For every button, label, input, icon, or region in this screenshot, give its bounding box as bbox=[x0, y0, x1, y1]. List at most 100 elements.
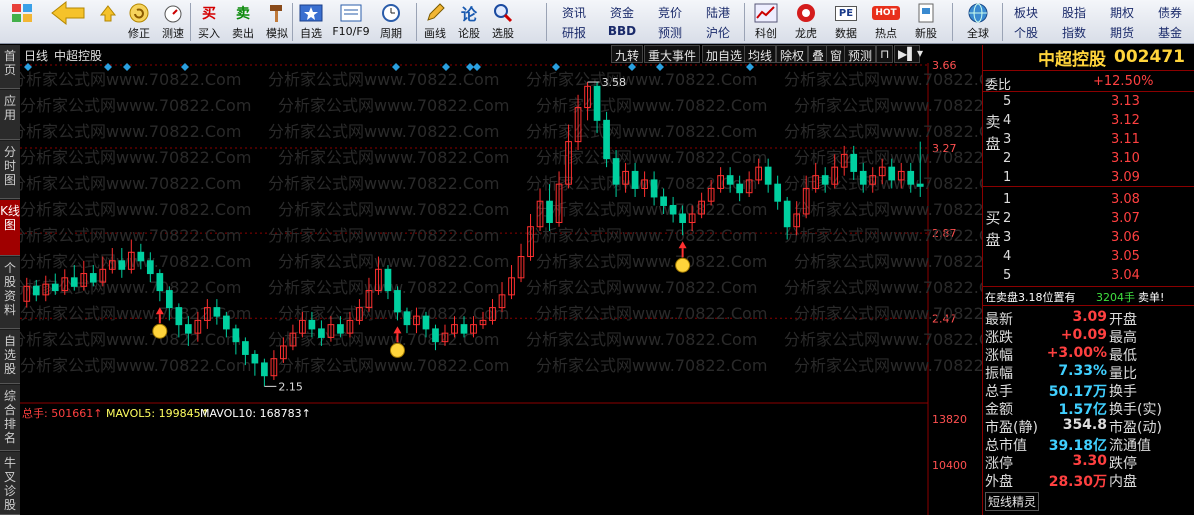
candle-body bbox=[118, 260, 126, 270]
speedtest-button[interactable]: 测速 bbox=[156, 2, 190, 42]
watermark: 分析家公式网www.70822.Com bbox=[526, 70, 757, 89]
watermark: 分析家公式网www.70822.Com bbox=[784, 278, 982, 297]
select-button[interactable]: 选股 bbox=[486, 2, 520, 42]
bbd-button[interactable]: BBD bbox=[600, 24, 644, 38]
short-term-wizard[interactable]: 短线精灵 bbox=[983, 491, 1194, 511]
watermark: 分析家公式网www.70822.Com bbox=[20, 252, 251, 271]
tab-home[interactable]: 首页 bbox=[0, 45, 20, 89]
lugang-button[interactable]: 陆港 bbox=[696, 4, 740, 21]
forecast-button[interactable]: 预测 bbox=[648, 24, 692, 41]
buy-level-row[interactable]: 1 3.08 bbox=[983, 191, 1194, 208]
buy-level-row[interactable]: 3 3.06 bbox=[983, 229, 1194, 246]
lock-icon[interactable]: ⊓ bbox=[876, 45, 894, 63]
window-button[interactable]: 窗 bbox=[826, 45, 847, 63]
watchlist-button[interactable]: 自选 bbox=[294, 2, 328, 42]
sell-level-row[interactable]: 1 3.09 bbox=[983, 169, 1194, 186]
chevron-down-icon[interactable]: ▾ bbox=[914, 45, 926, 63]
tab-kline[interactable]: K线图 bbox=[0, 200, 20, 256]
stat-row: 最新 3.09 开盘 bbox=[983, 308, 1194, 328]
single-stock-button[interactable]: 个股 bbox=[1004, 24, 1048, 41]
data-button[interactable]: PE 数据 bbox=[826, 2, 866, 42]
newstock-label: 新股 bbox=[915, 27, 937, 40]
add-watchlist-button[interactable]: 加自选 bbox=[702, 45, 747, 63]
candle-body bbox=[308, 319, 316, 330]
watermark: 分析家公式网www.70822.Com bbox=[794, 304, 982, 323]
bond-button[interactable]: 债券 bbox=[1148, 4, 1192, 21]
sell-level: 3 bbox=[1003, 132, 1012, 147]
stat-row: 涨跌 +0.09 最高 bbox=[983, 326, 1194, 346]
comment-button[interactable]: 论 论股 bbox=[452, 2, 486, 42]
notice-suffix: 卖单! bbox=[1138, 291, 1165, 304]
fund2-button[interactable]: 基金 bbox=[1148, 24, 1192, 41]
document-icon bbox=[340, 4, 362, 22]
auction-button[interactable]: 竞价 bbox=[648, 4, 692, 21]
sell-level-row[interactable]: 2 3.10 bbox=[983, 150, 1194, 167]
stat-label-2: 内盘 bbox=[1109, 474, 1137, 490]
sell-level-row[interactable]: 4 3.12 bbox=[983, 112, 1194, 129]
watermark: 分析家公式网www.70822.Com bbox=[536, 356, 767, 375]
news-button[interactable]: 资讯 bbox=[552, 4, 596, 21]
candle-body bbox=[650, 179, 658, 198]
watermark: 分析家公式网www.70822.Com bbox=[794, 200, 982, 219]
research-button[interactable]: 研报 bbox=[552, 24, 596, 41]
hugang-button[interactable]: 沪伦 bbox=[696, 24, 740, 41]
tab-apps[interactable]: 应用 bbox=[0, 90, 20, 140]
sell-level-row[interactable]: 5 3.13 bbox=[983, 93, 1194, 110]
buy-icon: 买 bbox=[202, 6, 216, 22]
candle-body bbox=[850, 153, 858, 172]
newstock-button[interactable]: 新股 bbox=[906, 2, 946, 42]
arrow-left-icon[interactable] bbox=[42, 1, 94, 42]
tab-timeshare[interactable]: 分时图 bbox=[0, 141, 20, 199]
f10-button[interactable]: F10/F9 bbox=[328, 2, 374, 42]
buy-button[interactable]: 买 买入 bbox=[192, 2, 226, 42]
global-button[interactable]: 全球 bbox=[956, 2, 1000, 42]
footer-label: 短线精灵 bbox=[985, 492, 1040, 511]
watermark: 分析家公式网www.70822.Com bbox=[278, 96, 509, 115]
candle-body bbox=[631, 170, 639, 189]
watermark: 分析家公式网www.70822.Com bbox=[20, 226, 241, 245]
kline-chart-area[interactable]: 3.66 3.27 2.87 2.47 分析家公式网www.70822.Com 分析家公式… bbox=[20, 45, 982, 515]
sell-level-row[interactable]: 3 3.11 bbox=[983, 131, 1194, 148]
stat-value: +0.09 bbox=[1060, 327, 1107, 343]
sell-button[interactable]: 卖 卖出 bbox=[226, 2, 260, 42]
buy-level-row[interactable]: 4 3.05 bbox=[983, 248, 1194, 265]
jiuzhuan-button[interactable]: 九转 bbox=[611, 45, 644, 63]
tab-watchlist[interactable]: 自选股 bbox=[0, 330, 20, 384]
ma-button[interactable]: 均线 bbox=[744, 45, 777, 63]
global-label: 全球 bbox=[967, 27, 989, 40]
buy-price: 3.08 bbox=[1111, 192, 1140, 207]
kechuang-button[interactable]: 科创 bbox=[746, 2, 786, 42]
sector-button[interactable]: 板块 bbox=[1004, 4, 1048, 21]
buy-level-row[interactable]: 5 3.04 bbox=[983, 267, 1194, 284]
draw-button[interactable]: 画线 bbox=[418, 2, 452, 42]
low-label: 2.15 bbox=[278, 380, 303, 393]
buy-level-row[interactable]: 2 3.07 bbox=[983, 210, 1194, 227]
overlay-button[interactable]: 叠 bbox=[808, 45, 829, 63]
watermark: 分析家公式网www.70822.Com bbox=[784, 122, 982, 141]
period-button[interactable]: 周期 bbox=[374, 2, 408, 42]
futures-button[interactable]: 期权 bbox=[1100, 4, 1144, 21]
index-button[interactable]: 指数 bbox=[1052, 24, 1096, 41]
exright-button[interactable]: 除权 bbox=[776, 45, 809, 63]
stock-index-button[interactable]: 股指 bbox=[1052, 4, 1096, 21]
chart-header: 日线 中超控股 九转 重大事件 加自选 均线 除权 叠 窗 预测 ⊓ ▶▌ ▾ bbox=[20, 45, 928, 63]
tab-f10[interactable]: 个股资料 bbox=[0, 257, 20, 329]
arrow-up-icon[interactable] bbox=[94, 2, 122, 42]
futures2-button[interactable]: 期货 bbox=[1100, 24, 1144, 41]
hot-button[interactable]: HOT 热点 bbox=[866, 2, 906, 42]
tab-rank[interactable]: 综合排名 bbox=[0, 385, 20, 451]
dragon-button[interactable]: 龙虎 bbox=[786, 2, 826, 42]
candle-body bbox=[242, 341, 249, 355]
tab-niucha[interactable]: 牛叉诊股 bbox=[0, 452, 20, 515]
candle-body bbox=[223, 315, 230, 330]
major-events-button[interactable]: 重大事件 bbox=[644, 45, 701, 63]
modify-button[interactable]: 修正 bbox=[122, 2, 156, 42]
watermark: 分析家公式网www.70822.Com bbox=[526, 226, 757, 245]
stat-row: 市盈(静) 354.8 市盈(动) bbox=[983, 416, 1194, 436]
simulate-button[interactable]: 模拟 bbox=[260, 2, 294, 42]
fund-button[interactable]: 资金 bbox=[600, 4, 644, 21]
grid-icon[interactable] bbox=[2, 2, 42, 42]
forecast-chart-button[interactable]: 预测 bbox=[844, 45, 877, 63]
kline-chart[interactable]: 3.663.272.872.47分析家公式网www.70822.Com 分析家公式… bbox=[20, 45, 982, 515]
candle-body bbox=[736, 183, 743, 194]
